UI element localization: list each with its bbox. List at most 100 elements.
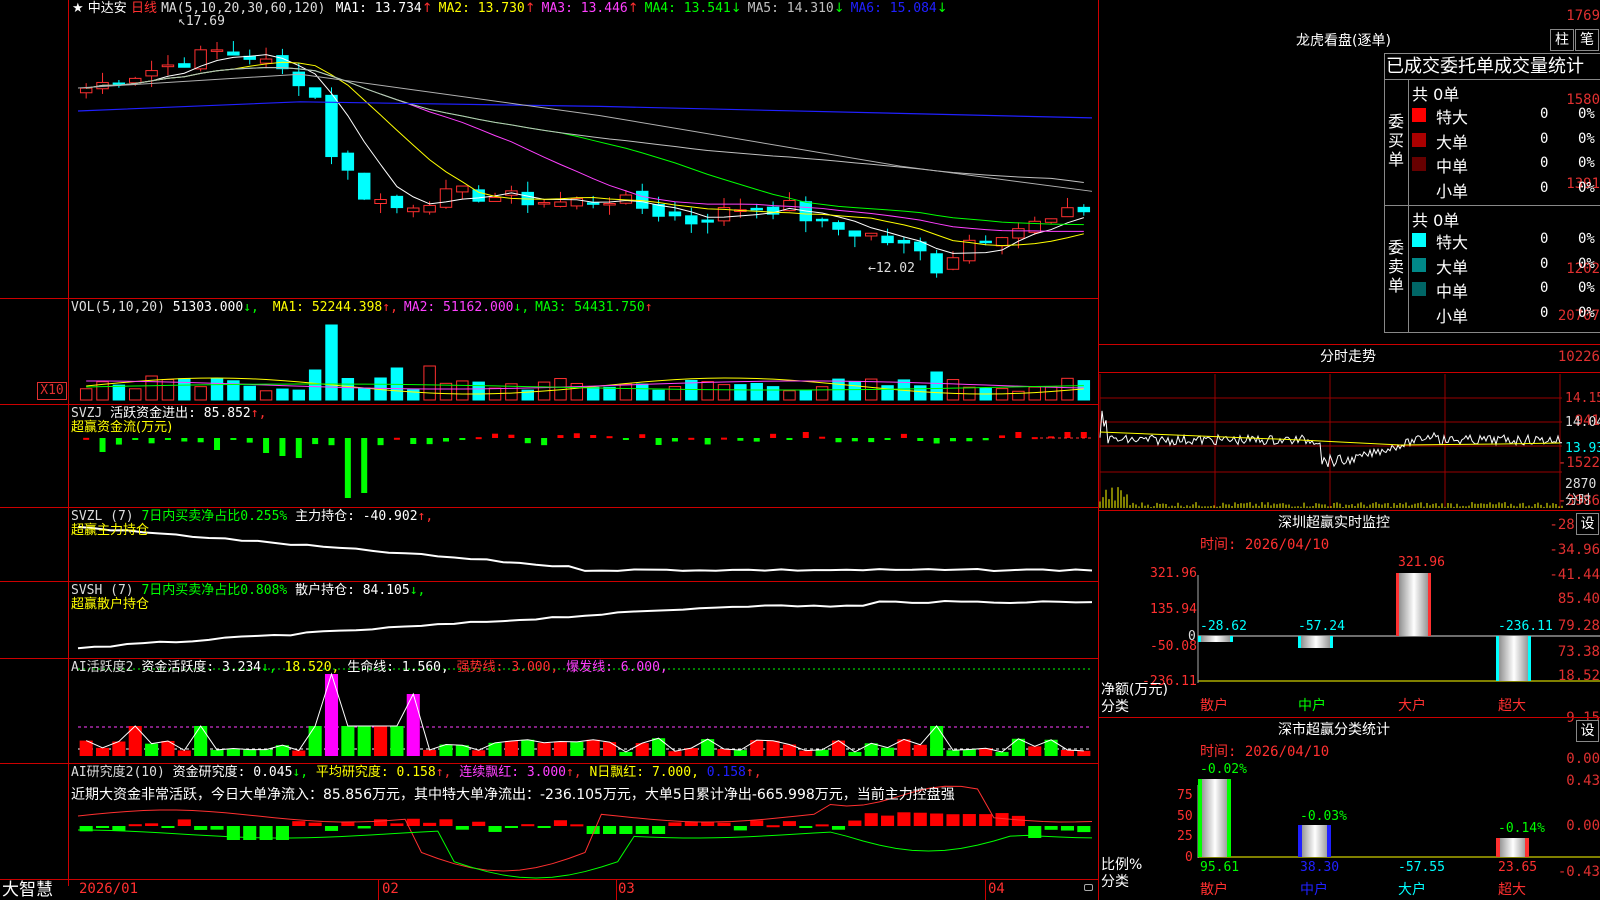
vol-ma-value-1: MA1: 52244.398 [272,300,383,315]
sell-row-pct-1: 0% [1578,231,1595,247]
buy-row-count-2: 0 [1540,130,1549,147]
activity-bar [423,749,437,756]
ma-line [86,67,1084,232]
candle-body [407,207,420,213]
fund-flow-bar [197,438,204,443]
period-label[interactable]: 日线 [131,1,157,16]
research-bar [194,826,208,830]
fund-flow-bar [949,438,956,442]
classify-settings-button[interactable]: 设 [1576,720,1599,742]
candle-body [210,49,224,52]
fund-flow-bar [933,438,940,444]
research-bar [782,821,796,826]
fund-flow-bar [459,438,466,441]
vol-y-label-2: 10226 [1557,349,1600,365]
favorite-star-icon[interactable]: ★ [72,1,84,16]
ai-research-n: N日飘红: 7.000, [589,765,699,780]
volume-bar [1077,380,1091,401]
fund-flow-bar [573,433,580,438]
research-bar [913,812,927,826]
candle-body [357,172,371,200]
sell-row-count-1: 0 [1540,231,1549,247]
buy-orders-label: 委买单 [1388,112,1405,169]
buy-row-name-4: 小单 [1436,181,1469,201]
monitor-time: 时间: 2026/04/10 [1200,537,1330,553]
vol-header: VOL(5,10,20) 51303.000↓, MA1: 52244.398↑… [71,301,653,315]
buy-row-pct-3: 0% [1578,155,1595,171]
ma-value-2: MA2: 13.730 [438,1,525,16]
app-logo[interactable]: 大智慧 [2,880,53,900]
classify-bar-pct: -0.03% [1300,809,1347,824]
stock-name: 中达安 [87,1,127,16]
ai-active-burst: 爆发线: 6.000, [566,660,668,675]
ma-arrow-3: ↑ [627,1,639,16]
candle-body [537,202,551,205]
fund-flow-bar [99,438,106,452]
volume-bar [586,386,600,401]
research-bar [145,823,159,826]
candle-body [456,185,469,193]
candle-body [603,202,616,206]
activity-bar [521,739,535,756]
candle-body [227,51,240,56]
candle-body [161,64,175,68]
ma-line [86,67,1084,184]
candle-body [930,253,943,274]
fund-flow-bar [655,438,662,445]
activity-bar [652,738,666,756]
sell-row-name-4: 小单 [1436,306,1469,326]
research-bar [1077,826,1091,833]
classify-bar-value: 38.30 [1300,860,1339,875]
activity-bar [995,751,1009,756]
research-bar [406,818,420,826]
lhb-top-border [1384,53,1600,54]
sell-orders-label: 委卖单 [1388,238,1405,295]
svzj-value: 活跃资金进出: 85.852 [110,406,251,421]
research-bar [1011,815,1025,826]
fund-flow-bar [770,433,777,438]
research-bar [668,822,682,826]
fund-flow-bar [312,438,319,445]
tick-mode-button[interactable]: 笔 [1575,29,1599,51]
candle-body [1044,218,1058,223]
volume-bar [423,365,436,401]
ai-active-title: AI活跃度2 [71,660,134,675]
monitor-bar [1300,636,1332,648]
fund-flow-bar [442,438,449,442]
ai-research-last-arrow: ↑, [745,765,762,780]
bar-mode-button[interactable]: 柱 [1550,29,1574,51]
ai-active-life: 生命线: 1.560, [347,660,449,675]
lock-icon[interactable] [1084,884,1093,891]
volume-bar [112,384,126,401]
activity-bar [717,749,731,756]
fund-flow-bar [508,434,515,438]
research-bar [177,819,191,826]
candle-body [259,58,273,64]
volume-bar [750,382,763,401]
research-bar [733,826,747,831]
activity-bar [308,726,322,756]
research-bar [390,823,404,826]
activity-bar [946,750,960,756]
volume-bar [914,385,927,401]
fund-flow-bar [982,438,989,441]
fund-flow-bar [884,438,891,440]
fund-flow-bar [835,438,842,443]
ai-research-fund-arrow: ↓, [292,765,309,780]
buy-color-swatch-2 [1412,132,1426,147]
volume-bar [79,388,93,401]
ai-research-avg: 平均研究度: 0.158 [315,765,436,780]
research-bar [717,822,731,826]
monitor-settings-button[interactable]: 设 [1576,513,1599,535]
sell-row-name-2: 大单 [1436,257,1469,277]
vol-ma-value-2: MA2: 51162.000 [403,300,514,315]
research-bar [1060,826,1075,831]
research-bar [946,814,960,826]
svsh-value: 散户持仓: 84.105 [295,583,410,598]
buy-total: 共 0单 [1412,85,1460,104]
buy-row-pct-1: 0% [1578,106,1595,122]
candle-body [129,77,142,84]
date-label-1: 2026/01 [79,881,139,897]
fund-flow-bar [246,438,253,443]
research-bar [308,822,322,826]
